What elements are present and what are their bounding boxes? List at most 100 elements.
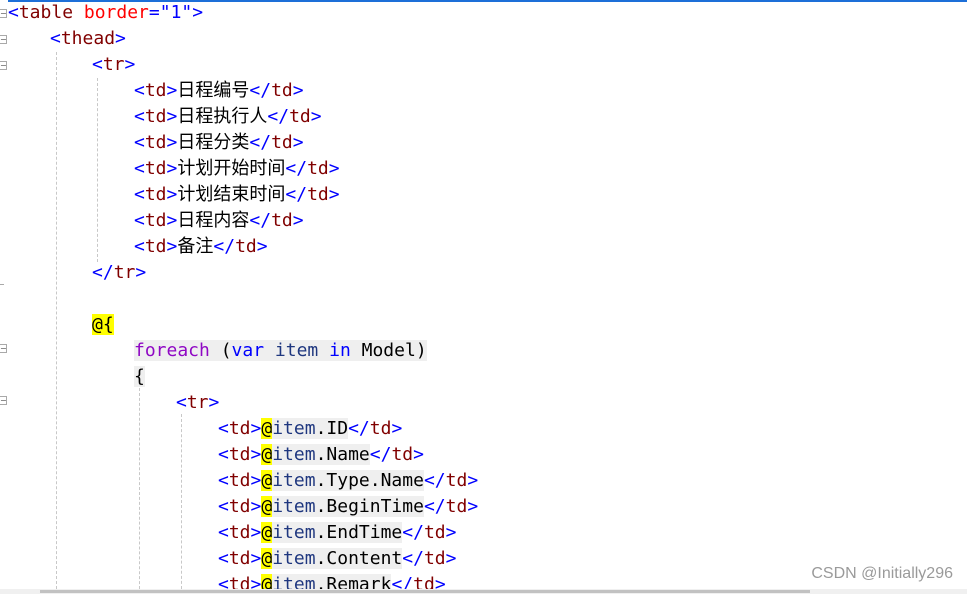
- code-line-td-executor[interactable]: <td>日程执行人</td>: [134, 104, 322, 130]
- code-token: td: [445, 496, 468, 517]
- code-token: item: [272, 496, 316, 517]
- code-line-brace-open[interactable]: {: [134, 364, 145, 390]
- code-line-tr-close[interactable]: </tr>: [92, 260, 146, 286]
- code-token: >: [310, 106, 322, 127]
- code-line-tr-inner-open[interactable]: <tr>: [176, 390, 219, 416]
- code-token: >: [166, 158, 178, 179]
- code-token: <: [218, 418, 229, 439]
- code-token: =: [148, 2, 160, 23]
- code-token: foreach: [134, 340, 210, 361]
- code-token: <: [134, 132, 145, 153]
- code-token: border: [83, 2, 149, 23]
- code-token: @: [261, 496, 273, 517]
- indent-guide: [139, 388, 140, 594]
- code-line-item-end-time[interactable]: <td>@item.EndTime</td>: [218, 520, 457, 546]
- code-token: 计划开始时间: [177, 158, 286, 179]
- code-token: 备注: [177, 236, 214, 257]
- code-token: >: [192, 2, 204, 23]
- code-token: [318, 340, 330, 361]
- code-line-thead-open[interactable]: <thead>: [50, 26, 126, 52]
- fold-end-marker: [0, 284, 4, 285]
- code-token: td: [144, 80, 167, 101]
- code-token: [264, 340, 275, 361]
- code-line-foreach[interactable]: foreach (var item in Model): [134, 338, 427, 364]
- code-token: </: [213, 236, 236, 257]
- code-token: </: [249, 80, 272, 101]
- code-token: td: [228, 548, 251, 569]
- code-editor[interactable]: − − − − − <table border="1"> <thead> <tr> <…: [0, 0, 967, 594]
- code-token: item: [272, 522, 316, 543]
- code-token: >: [250, 418, 262, 439]
- code-token: .Name: [315, 444, 370, 465]
- scrollbar-thumb[interactable]: [40, 590, 810, 593]
- code-token: td: [271, 132, 293, 153]
- code-token: td: [228, 444, 251, 465]
- code-token: <: [218, 470, 229, 491]
- code-line-td-category[interactable]: <td>日程分类</td>: [134, 130, 304, 156]
- code-line-td-schedule-no[interactable]: <td>日程编号</td>: [134, 78, 304, 104]
- code-token: <: [218, 522, 229, 543]
- code-token: td: [228, 522, 251, 543]
- code-token: item: [274, 340, 319, 361]
- code-token: </: [348, 418, 370, 439]
- fold-collapse-icon[interactable]: −: [0, 396, 7, 405]
- code-token: </: [285, 158, 308, 179]
- code-token: >: [292, 210, 304, 231]
- code-line-item-id[interactable]: <td>@item.ID</td>: [218, 416, 402, 442]
- code-token: </: [402, 548, 424, 569]
- code-token: >: [328, 184, 340, 205]
- code-token: >: [467, 470, 479, 491]
- code-token: </: [285, 184, 308, 205]
- fold-collapse-icon[interactable]: −: [0, 61, 7, 70]
- code-line-item-name[interactable]: <td>@item.Name</td>: [218, 442, 424, 468]
- code-token: >: [328, 158, 340, 179]
- code-line-item-begin-time[interactable]: <td>@item.BeginTime</td>: [218, 494, 478, 520]
- code-line-td-content[interactable]: <td>日程内容</td>: [134, 208, 304, 234]
- code-token: </: [267, 106, 290, 127]
- code-token: >: [413, 444, 424, 465]
- code-line-item-type-name[interactable]: <td>@item.Type.Name</td>: [218, 468, 478, 494]
- code-token: >: [115, 28, 126, 49]
- code-token: <: [92, 54, 103, 75]
- code-token: >: [256, 236, 268, 257]
- fold-collapse-icon[interactable]: −: [0, 35, 7, 44]
- code-line-table-open[interactable]: <table border="1">: [8, 0, 203, 26]
- code-token: >: [467, 496, 479, 517]
- code-token: 日程分类: [177, 132, 250, 153]
- code-token: .Type.Name: [315, 470, 424, 491]
- code-token: item: [272, 418, 316, 439]
- code-token: td: [228, 496, 251, 517]
- code-token: td: [144, 184, 167, 205]
- code-line-td-end-time[interactable]: <td>计划结束时间</td>: [134, 182, 340, 208]
- code-token: td: [307, 184, 329, 205]
- code-token: >: [391, 418, 403, 439]
- code-line-td-remark[interactable]: <td>备注</td>: [134, 234, 268, 260]
- code-token: item: [272, 444, 316, 465]
- code-line-td-start-time[interactable]: <td>计划开始时间</td>: [134, 156, 340, 182]
- code-token: <: [134, 210, 145, 231]
- code-token: >: [250, 470, 262, 491]
- indent-guide: [56, 52, 57, 594]
- code-token: @{: [92, 314, 114, 335]
- code-token: td: [144, 210, 167, 231]
- code-token: <: [134, 80, 145, 101]
- code-line-razor-block-open[interactable]: @{: [92, 312, 114, 338]
- code-token: @: [261, 470, 273, 491]
- code-token: .EndTime: [315, 522, 403, 543]
- fold-collapse-icon[interactable]: −: [0, 9, 7, 18]
- code-token: <: [134, 106, 145, 127]
- code-token: </: [402, 522, 424, 543]
- code-token: .ID: [315, 418, 349, 439]
- code-line-tr-open[interactable]: <tr>: [92, 52, 135, 78]
- code-token: >: [292, 80, 304, 101]
- code-token: </: [423, 470, 446, 491]
- code-token: <: [218, 548, 229, 569]
- code-token: 日程内容: [177, 210, 250, 231]
- code-token: td: [271, 210, 293, 231]
- horizontal-scrollbar[interactable]: [0, 589, 967, 594]
- code-line-item-content[interactable]: <td>@item.Content</td>: [218, 546, 457, 572]
- fold-collapse-icon[interactable]: −: [0, 344, 7, 353]
- code-token: </: [92, 262, 114, 283]
- code-token: <: [218, 496, 229, 517]
- code-token: 计划结束时间: [177, 184, 286, 205]
